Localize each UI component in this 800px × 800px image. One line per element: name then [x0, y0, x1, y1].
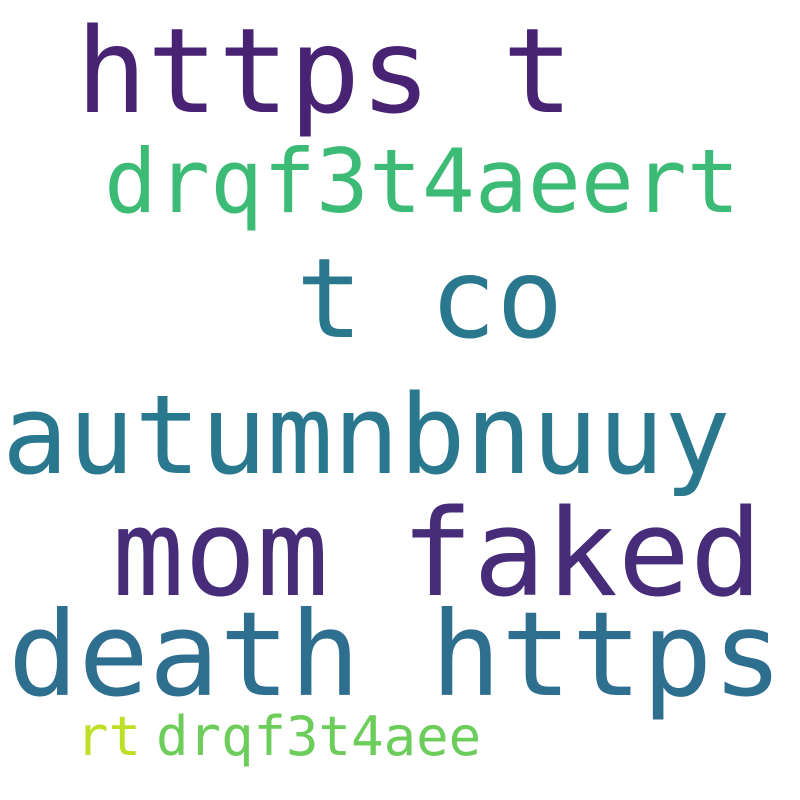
word-rt: rt: [76, 705, 142, 768]
word-t-co: t co: [296, 235, 564, 364]
word-death-https: death https: [8, 586, 783, 723]
word-autumnbnuuy: autumnbnuuy: [2, 371, 731, 499]
word-https-t: https t: [76, 2, 574, 140]
word-drqf3t4aee: drqf3t4aee: [156, 705, 482, 768]
word-cloud: https t drqf3t4aeert t co autumnbnuuy mo…: [0, 0, 800, 800]
word-drqf3t4aeert: drqf3t4aeert: [104, 130, 740, 233]
